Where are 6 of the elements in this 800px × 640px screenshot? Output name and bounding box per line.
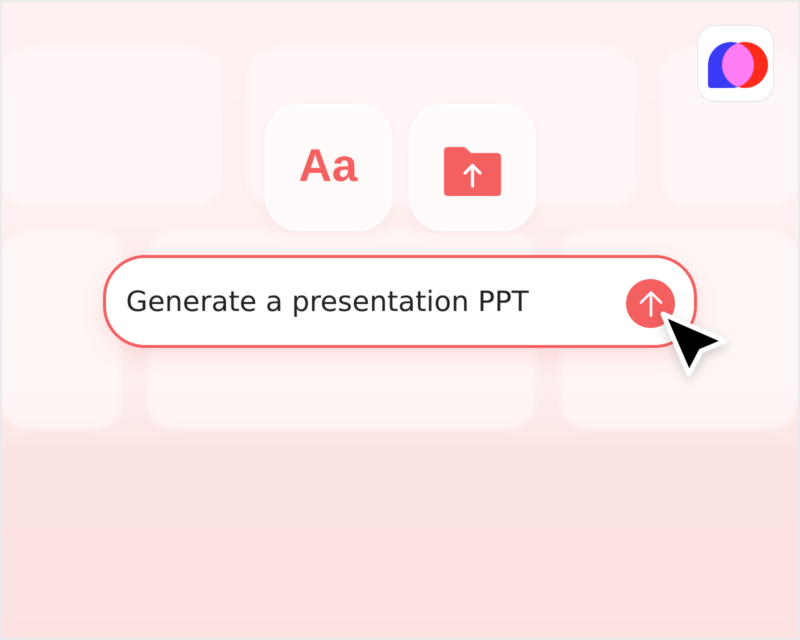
folder-upload-icon: [444, 147, 500, 196]
pointer-cursor-icon: [658, 309, 730, 379]
upload-folder-button[interactable]: [408, 104, 536, 231]
arrow-up-icon: [638, 290, 662, 316]
prompt-field[interactable]: Generate a presentation PPT: [103, 255, 697, 348]
send-button[interactable]: [626, 279, 675, 328]
